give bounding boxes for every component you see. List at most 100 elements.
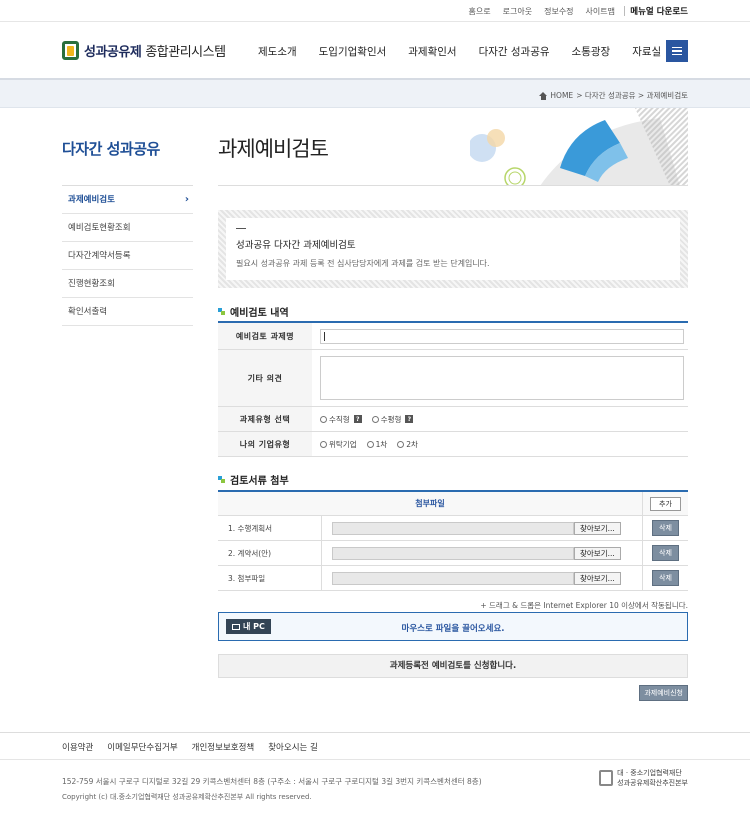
label-task-type: 과제유형 선택 xyxy=(218,407,312,431)
radio-circle-icon xyxy=(371,415,379,423)
org-logo-icon xyxy=(599,770,614,786)
sidebar-item-review-status[interactable]: 예비검토현황조회 xyxy=(62,214,193,242)
task-name-input[interactable] xyxy=(320,328,684,344)
attachment-header-label: 첨부파일 xyxy=(415,499,445,508)
util-link-edit-info[interactable]: 정보수정 xyxy=(544,6,573,17)
nav-item-intro[interactable]: 제도소개 xyxy=(258,44,297,59)
form-row-task-type: 과제유형 선택 수직형? 수평형? xyxy=(218,407,688,432)
add-file-button[interactable]: 추가 xyxy=(650,496,681,511)
attachment-name: 1. 수행계획서 xyxy=(218,516,322,540)
review-form-table: 예비검토 과제명 기타 의견 과제유형 선택 수직형? 수평형? 나의 기업유형… xyxy=(218,321,688,457)
logo-text-bold: 성과공유제 xyxy=(84,45,142,60)
utility-links: 홈으로 로그아웃 정보수정 사이트맵 xyxy=(469,6,615,17)
main-nav: 제도소개 도입기업확인서 과제확인서 다자간 성과공유 소통광장 자료실 xyxy=(258,44,661,59)
home-icon xyxy=(539,91,548,100)
section-bullet-icon xyxy=(218,308,225,315)
breadcrumb-path: > 다자간 성과공유 > 과제예비검토 xyxy=(576,91,688,100)
table-row: 3. 첨부파일 찾아보기... 삭제 xyxy=(218,566,688,591)
footer-links-bar: 이용약관 이메일무단수집거부 개인정보보호정책 찾아오시는 길 xyxy=(0,732,750,760)
delete-button[interactable]: 삭제 xyxy=(652,570,679,586)
nav-item-community[interactable]: 소통광장 xyxy=(572,44,611,59)
breadcrumb-bar: HOME > 다자간 성과공유 > 과제예비검토 xyxy=(0,80,750,108)
section-bullet-icon xyxy=(218,476,225,483)
hamburger-icon xyxy=(672,46,682,49)
util-divider xyxy=(624,6,625,16)
sidebar-item-contract-register[interactable]: 다자간계약서등록 xyxy=(62,242,193,270)
attachment-name: 3. 첨부파일 xyxy=(218,566,322,590)
sidebar-item-label: 과제예비검토 xyxy=(68,195,115,205)
nav-item-multi-share[interactable]: 다자간 성과공유 xyxy=(479,44,550,59)
radio-horizontal[interactable]: 수평형? xyxy=(371,414,414,425)
review-section-title: 예비검토 내역 xyxy=(218,304,289,319)
radio-circle-icon xyxy=(366,440,374,448)
footer-link-privacy[interactable]: 개인정보보호정책 xyxy=(192,741,255,753)
logo-icon xyxy=(62,41,79,60)
sidebar-item-cert-print[interactable]: 확인서출력 xyxy=(62,298,193,326)
file-path-field[interactable] xyxy=(332,521,574,535)
sidebar-menu: 과제예비검토 › 예비검토현황조회 다자간계약서등록 진행현황조회 확인서출력 xyxy=(62,185,193,326)
footer-copyright: Copyright (c) 대.중소기업협력재단 성과공유제확산추진본부 All… xyxy=(62,793,312,801)
other-opinion-textarea[interactable] xyxy=(320,356,684,400)
delete-button[interactable]: 삭제 xyxy=(652,520,679,536)
util-link-logout[interactable]: 로그아웃 xyxy=(503,6,532,17)
browse-button[interactable]: 찾아보기... xyxy=(574,571,621,585)
hamburger-menu-button[interactable] xyxy=(666,40,688,62)
breadcrumb: HOME > 다자간 성과공유 > 과제예비검토 xyxy=(539,90,688,101)
radio-circle-icon xyxy=(397,440,405,448)
radio-tier2[interactable]: 2차 xyxy=(397,439,418,450)
footer-link-email-policy[interactable]: 이메일무단수집거부 xyxy=(107,741,177,753)
page-title: 과제예비검토 xyxy=(218,137,329,161)
attach-section-title: 검토서류 첨부 xyxy=(218,472,289,487)
radio-vertical[interactable]: 수직형? xyxy=(320,414,362,425)
table-row: 1. 수행계획서 찾아보기... 삭제 xyxy=(218,516,688,541)
footer-link-directions[interactable]: 찾아오시는 길 xyxy=(268,741,318,753)
footer-link-terms[interactable]: 이용약관 xyxy=(62,741,93,753)
logo-text: 성과공유제 종합관리시스템 xyxy=(84,41,226,60)
util-link-home[interactable]: 홈으로 xyxy=(469,6,491,17)
footer-address: 152-759 서울시 구로구 디지털로 32길 29 키콕스벤처센터 8층 (… xyxy=(62,777,482,786)
sidebar-title: 다자간 성과공유 xyxy=(62,140,160,158)
footer-org-logo: 대 · 중소기업협력재단 성과공유제확산추진본부 xyxy=(599,768,688,788)
dropzone-text: 마우스로 파일을 끌어오세요. xyxy=(401,624,505,634)
notice-box: 성과공유 다자간 과제예비검토 필요시 성과공유 과제 등록 전 심사담당자에게… xyxy=(218,210,688,288)
browse-button[interactable]: 찾아보기... xyxy=(574,546,621,560)
nav-item-task-cert[interactable]: 과제확인서 xyxy=(408,44,456,59)
label-company-type: 나의 기업유형 xyxy=(218,432,312,456)
attachment-table: 첨부파일 추가 1. 수행계획서 찾아보기... 삭제 2. 계약서(안) 찾아… xyxy=(218,490,688,591)
site-header: 성과공유제 종합관리시스템 제도소개 도입기업확인서 과제확인서 다자간 성과공… xyxy=(0,22,750,80)
help-icon[interactable]: ? xyxy=(405,415,414,423)
radio-circle-icon xyxy=(320,415,327,423)
radio-tier1[interactable]: 1차 xyxy=(366,439,387,450)
sidebar-item-preliminary-review[interactable]: 과제예비검토 › xyxy=(62,186,193,214)
logo-text-light: 종합관리시스템 xyxy=(145,45,226,60)
site-logo[interactable]: 성과공유제 종합관리시스템 xyxy=(62,41,226,60)
file-path-field[interactable] xyxy=(332,546,574,560)
util-link-sitemap[interactable]: 사이트맵 xyxy=(586,6,615,17)
table-row: 2. 계약서(안) 찾아보기... 삭제 xyxy=(218,541,688,566)
radio-consigning-company[interactable]: 위탁기업 xyxy=(320,439,357,450)
file-dropzone[interactable]: 내 PC 마우스로 파일을 끌어오세요. xyxy=(218,612,688,641)
nav-item-company-cert[interactable]: 도입기업확인서 xyxy=(319,44,387,59)
delete-button[interactable]: 삭제 xyxy=(652,545,679,561)
apply-review-button[interactable]: 과제예비신청 xyxy=(639,685,688,701)
notice-title: 성과공유 다자간 과제예비검토 xyxy=(236,240,356,251)
org-name-line1: 대 · 중소기업협력재단 xyxy=(617,769,682,777)
file-path-field[interactable] xyxy=(332,571,574,585)
title-underline xyxy=(218,185,688,186)
notice-description: 필요시 성과공유 과제 등록 전 심사담당자에게 과제를 검토 받는 단계입니다… xyxy=(236,259,490,268)
nav-item-library[interactable]: 자료실 xyxy=(632,44,661,59)
manual-download-link[interactable]: 메뉴얼 다운로드 xyxy=(630,5,688,17)
drag-drop-note: + 드래그 & 드롭은 Internet Explorer 10 이상에서 작동… xyxy=(480,601,688,610)
notice-dash xyxy=(236,228,246,229)
org-name-line2: 성과공유제확산추진본부 xyxy=(617,779,688,787)
sidebar-item-progress-status[interactable]: 진행현황조회 xyxy=(62,270,193,298)
form-row-company-type: 나의 기업유형 위탁기업 1차 2차 xyxy=(218,432,688,457)
label-task-name: 예비검토 과제명 xyxy=(218,323,312,349)
help-icon[interactable]: ? xyxy=(353,415,362,423)
attachment-table-header: 첨부파일 추가 xyxy=(218,492,688,516)
breadcrumb-home[interactable]: HOME xyxy=(550,91,573,100)
attachment-name: 2. 계약서(안) xyxy=(218,541,322,565)
form-row-other-opinion: 기타 의견 xyxy=(218,350,688,407)
browse-button[interactable]: 찾아보기... xyxy=(574,521,621,535)
apply-message: 과제등록전 예비검토를 신청합니다. xyxy=(218,654,688,678)
